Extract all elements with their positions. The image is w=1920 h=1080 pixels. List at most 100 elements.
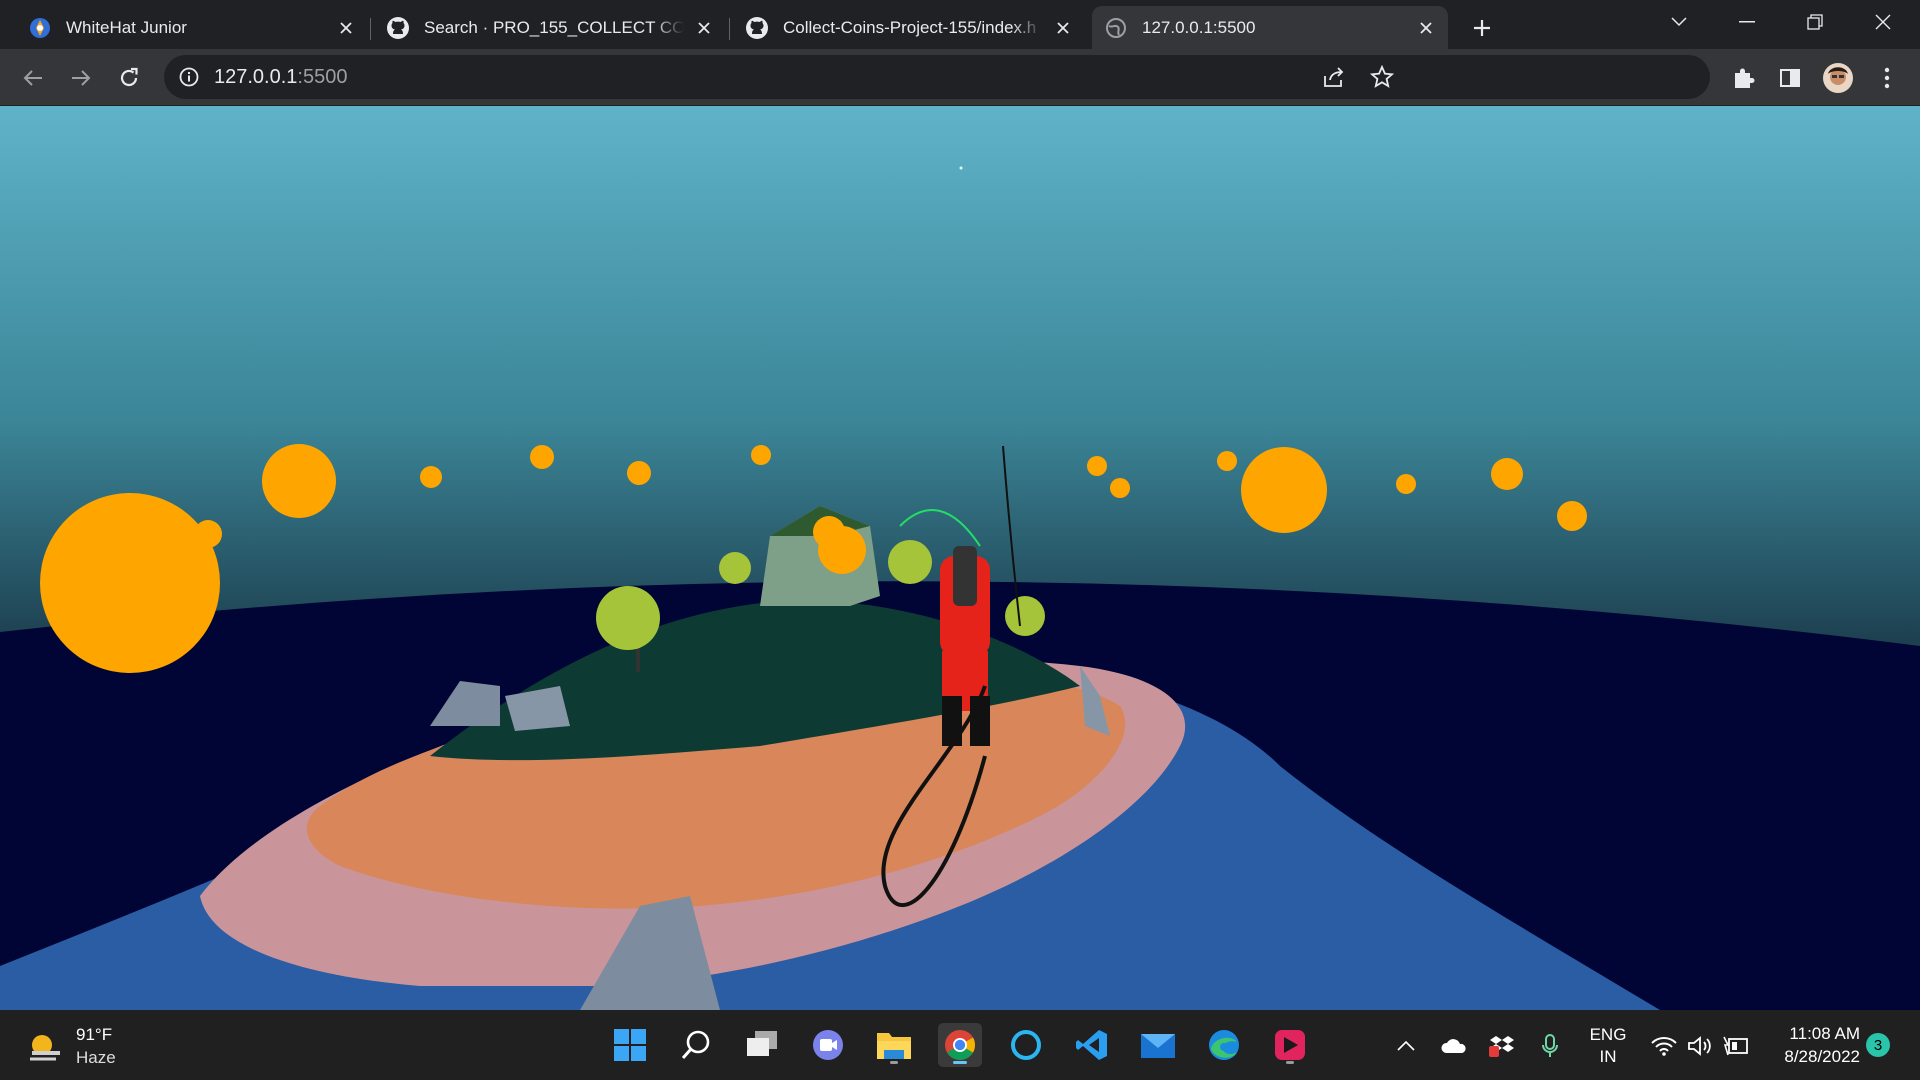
language-code: ENG: [1589, 1025, 1627, 1044]
start-button[interactable]: [608, 1023, 652, 1067]
tab-divider: [729, 18, 730, 40]
globe-icon: [1104, 16, 1128, 40]
edge-icon: [1209, 1030, 1239, 1060]
cortana-button[interactable]: [1004, 1023, 1048, 1067]
close-icon[interactable]: [1414, 16, 1438, 40]
edge-button[interactable]: [1202, 1023, 1246, 1067]
tab-localhost[interactable]: 127.0.0.1:5500: [1092, 6, 1448, 49]
cortana-icon: [1011, 1030, 1041, 1060]
coins-layer: [40, 444, 1587, 673]
address-bar[interactable]: 127.0.0.1:5500: [164, 55, 1710, 99]
coin: [1087, 456, 1107, 476]
url-text[interactable]: 127.0.0.1:5500: [214, 66, 347, 89]
profile-avatar[interactable]: [1821, 61, 1855, 95]
wifi-tray-icon[interactable]: [1650, 1032, 1678, 1060]
dropbox-tray-icon[interactable]: [1488, 1032, 1516, 1060]
dropbox-icon: [1489, 1036, 1514, 1057]
info-icon[interactable]: [178, 66, 200, 93]
task-view-button[interactable]: [740, 1023, 784, 1067]
battery-tray-icon[interactable]: [1722, 1032, 1750, 1060]
volume-tray-icon[interactable]: [1686, 1032, 1714, 1060]
browser-toolbar: 127.0.0.1:5500: [0, 49, 1920, 106]
extensions-button[interactable]: [1726, 61, 1760, 95]
forward-button[interactable]: [64, 61, 98, 95]
language-indicator[interactable]: ENG IN: [1588, 1024, 1628, 1068]
close-window-button[interactable]: [1850, 0, 1916, 44]
chrome-taskbar-button[interactable]: [938, 1023, 982, 1067]
close-icon: [1875, 14, 1891, 30]
chrome-icon: [945, 1030, 976, 1061]
tab-title: 127.0.0.1:5500: [1142, 17, 1256, 37]
arrow-right-icon: [72, 70, 91, 86]
minimize-button[interactable]: [1714, 0, 1780, 44]
coin: [1241, 447, 1327, 533]
chevron-up-icon: [1397, 1041, 1415, 1051]
back-button[interactable]: [16, 61, 50, 95]
coin: [1491, 458, 1523, 490]
coin: [1557, 501, 1587, 531]
browser-tab-strip: WhiteHat Junior Search · PRO_155_COLLECT…: [0, 0, 1920, 49]
mail-button[interactable]: [1136, 1023, 1180, 1067]
microphone-tray-icon[interactable]: [1536, 1032, 1564, 1060]
volume-icon: [1688, 1036, 1711, 1056]
windows-taskbar: 91°F Haze ENG IN 11:08 AM 8/28/2022 3: [0, 1010, 1920, 1080]
active-indicator: [953, 1061, 967, 1064]
close-icon[interactable]: [334, 16, 358, 40]
clock-time: 11:08 AM: [1789, 1024, 1860, 1043]
teams-chat-button[interactable]: [806, 1023, 850, 1067]
coin: [40, 493, 220, 673]
teams-chat-icon: [813, 1030, 843, 1060]
github-icon: [745, 16, 769, 40]
haze-weather-icon: [30, 1035, 60, 1061]
task-view-icon: [747, 1031, 777, 1056]
search-icon: [681, 1030, 710, 1059]
share-icon[interactable]: [1322, 66, 1346, 93]
tab-title: WhiteHat Junior: [66, 17, 187, 37]
whitehat-favicon-icon: [28, 16, 52, 40]
screen-recorder-button[interactable]: [1268, 1023, 1312, 1067]
url-port: :5500: [297, 66, 348, 88]
coin: [194, 520, 222, 548]
tab-github-index[interactable]: Collect-Coins-Project-155/index.h: [733, 6, 1085, 49]
star-icon[interactable]: [1369, 64, 1395, 94]
tab-search-button[interactable]: [1646, 0, 1712, 44]
coin: [530, 445, 554, 469]
clock-date: 8/28/2022: [1784, 1047, 1860, 1066]
clock[interactable]: 11:08 AM 8/28/2022: [1764, 1022, 1860, 1068]
url-host: 127.0.0.1: [214, 66, 298, 88]
taskbar-search-button[interactable]: [674, 1023, 718, 1067]
minimize-icon: [1739, 21, 1755, 23]
close-icon[interactable]: [692, 16, 716, 40]
screen-recorder-icon: [1275, 1030, 1305, 1060]
weather-widget[interactable]: 91°F Haze: [26, 1025, 126, 1069]
weather-condition: Haze: [76, 1048, 116, 1067]
weather-temp: 91°F: [76, 1025, 113, 1044]
side-panel-icon: [1780, 69, 1800, 87]
restore-button[interactable]: [1782, 0, 1848, 44]
running-indicator: [890, 1061, 898, 1064]
onedrive-tray-icon[interactable]: [1440, 1032, 1468, 1060]
reload-button[interactable]: [112, 61, 146, 95]
notification-badge[interactable]: 3: [1866, 1033, 1890, 1057]
language-region: IN: [1599, 1047, 1617, 1066]
tab-whitehat-junior[interactable]: WhiteHat Junior: [16, 6, 368, 49]
close-icon[interactable]: [1051, 16, 1075, 40]
coin: [1110, 478, 1130, 498]
file-explorer-button[interactable]: [872, 1023, 916, 1067]
wifi-icon: [1651, 1037, 1677, 1056]
new-tab-button[interactable]: [1466, 12, 1498, 44]
chrome-menu-button[interactable]: [1870, 61, 1904, 95]
tab-title: Collect-Coins-Project-155/index.h: [783, 17, 1037, 37]
coin: [420, 466, 442, 488]
coin: [751, 445, 771, 465]
tab-github-search[interactable]: Search · PRO_155_COLLECT COIN: [374, 6, 726, 49]
github-icon: [386, 16, 410, 40]
restore-icon: [1807, 14, 1823, 30]
side-panel-button[interactable]: [1773, 61, 1807, 95]
microphone-icon: [1542, 1034, 1558, 1057]
vscode-button[interactable]: [1070, 1023, 1114, 1067]
show-hidden-icons-button[interactable]: [1392, 1032, 1420, 1060]
coin: [627, 461, 651, 485]
reload-icon: [120, 67, 138, 87]
aframe-scene-canvas[interactable]: VR: [0, 106, 1920, 1010]
